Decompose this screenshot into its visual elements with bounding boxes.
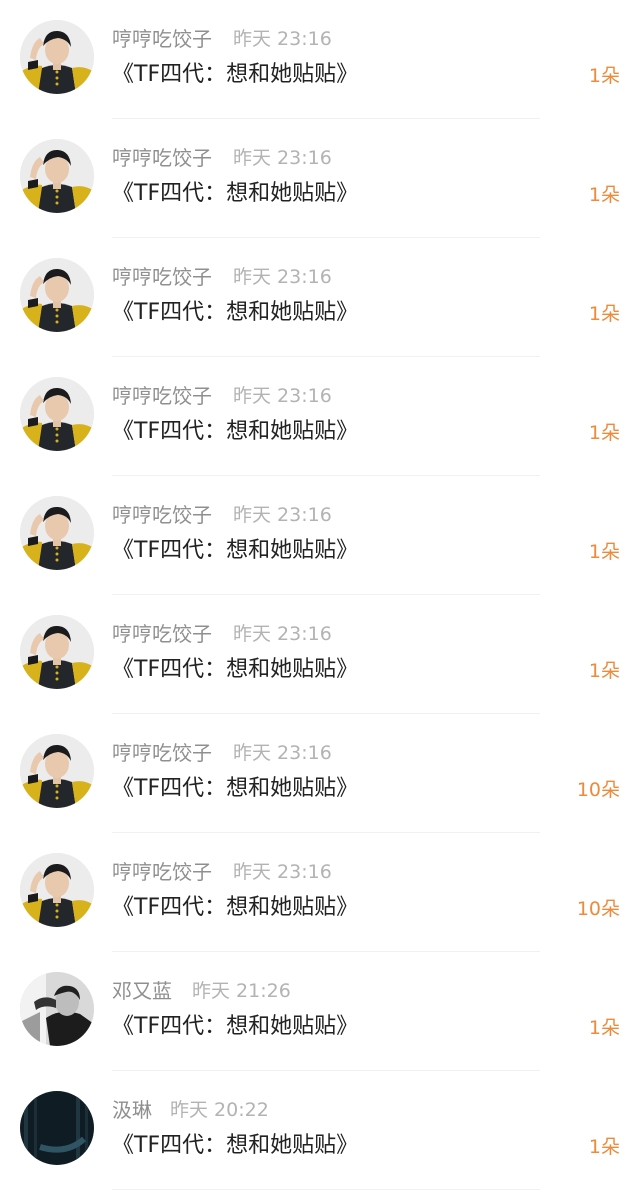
work-title[interactable]: 《TF四代：想和她贴贴》	[112, 1012, 358, 1042]
list-item[interactable]: 哼哼吃饺子 昨天 23:16 《TF四代：想和她贴贴》 10朵	[0, 714, 640, 833]
list-item[interactable]: 哼哼吃饺子 昨天 23:16 《TF四代：想和她贴贴》 1朵	[0, 357, 640, 476]
gift-amount: 1朵	[588, 1136, 620, 1158]
moon-forest-avatar[interactable]	[20, 1091, 94, 1165]
username[interactable]: 邓又蓝	[112, 978, 172, 1004]
work-title[interactable]: 《TF四代：想和她贴贴》	[112, 774, 358, 804]
boy-photo-avatar[interactable]	[20, 615, 94, 689]
gift-amount: 10朵	[576, 898, 620, 920]
boy-photo-avatar[interactable]	[20, 496, 94, 570]
work-title[interactable]: 《TF四代：想和她贴贴》	[112, 1131, 358, 1161]
list-item[interactable]: 哼哼吃饺子 昨天 23:16 《TF四代：想和她贴贴》 10朵	[0, 833, 640, 952]
timestamp: 昨天 23:16	[233, 266, 332, 288]
gift-amount: 1朵	[588, 1017, 620, 1039]
list-item[interactable]: 哼哼吃饺子 昨天 23:16 《TF四代：想和她贴贴》 1朵	[0, 238, 640, 357]
timestamp: 昨天 20:22	[170, 1099, 269, 1121]
boy-photo-avatar[interactable]	[20, 20, 94, 94]
username[interactable]: 哼哼吃饺子	[112, 145, 212, 171]
timestamp: 昨天 23:16	[233, 861, 332, 883]
list-item[interactable]: 邓又蓝 昨天 21:26 《TF四代：想和她贴贴》 1朵	[0, 952, 640, 1071]
gift-amount: 1朵	[588, 660, 620, 682]
list-item[interactable]: 汲琳 昨天 20:22 《TF四代：想和她贴贴》 1朵	[0, 1071, 640, 1190]
timestamp: 昨天 23:16	[233, 742, 332, 764]
username[interactable]: 哼哼吃饺子	[112, 502, 212, 528]
list-item[interactable]: 哼哼吃饺子 昨天 23:16 《TF四代：想和她贴贴》 1朵	[0, 0, 640, 119]
username[interactable]: 哼哼吃饺子	[112, 26, 212, 52]
divider	[112, 1189, 540, 1190]
timestamp: 昨天 23:16	[233, 28, 332, 50]
work-title[interactable]: 《TF四代：想和她贴贴》	[112, 298, 358, 328]
list-item[interactable]: 哼哼吃饺子 昨天 23:16 《TF四代：想和她贴贴》 1朵	[0, 476, 640, 595]
gift-amount: 1朵	[588, 65, 620, 87]
work-title[interactable]: 《TF四代：想和她贴贴》	[112, 179, 358, 209]
username[interactable]: 哼哼吃饺子	[112, 859, 212, 885]
boy-photo-avatar[interactable]	[20, 734, 94, 808]
gift-amount: 10朵	[576, 779, 620, 801]
boy-photo-avatar[interactable]	[20, 139, 94, 213]
username[interactable]: 哼哼吃饺子	[112, 621, 212, 647]
work-title[interactable]: 《TF四代：想和她贴贴》	[112, 655, 358, 685]
work-title[interactable]: 《TF四代：想和她贴贴》	[112, 536, 358, 566]
timestamp: 昨天 23:16	[233, 623, 332, 645]
timestamp: 昨天 23:16	[233, 147, 332, 169]
gift-record-list: 哼哼吃饺子 昨天 23:16 《TF四代：想和她贴贴》 1朵 哼哼吃饺子 昨天 …	[0, 0, 640, 1200]
timestamp: 昨天 21:26	[192, 980, 291, 1002]
boy-photo-avatar[interactable]	[20, 377, 94, 451]
username[interactable]: 哼哼吃饺子	[112, 383, 212, 409]
work-title[interactable]: 《TF四代：想和她贴贴》	[112, 60, 358, 90]
boy-photo-avatar[interactable]	[20, 258, 94, 332]
work-title[interactable]: 《TF四代：想和她贴贴》	[112, 893, 358, 923]
username[interactable]: 哼哼吃饺子	[112, 740, 212, 766]
work-title[interactable]: 《TF四代：想和她贴贴》	[112, 417, 358, 447]
timestamp: 昨天 23:16	[233, 504, 332, 526]
username[interactable]: 哼哼吃饺子	[112, 264, 212, 290]
list-item[interactable]: 哼哼吃饺子 昨天 23:16 《TF四代：想和她贴贴》 1朵	[0, 595, 640, 714]
bw-portrait-avatar[interactable]	[20, 972, 94, 1046]
list-item[interactable]: 哼哼吃饺子 昨天 23:16 《TF四代：想和她贴贴》 1朵	[0, 119, 640, 238]
username[interactable]: 汲琳	[112, 1097, 152, 1123]
timestamp: 昨天 23:16	[233, 385, 332, 407]
gift-amount: 1朵	[588, 422, 620, 444]
gift-amount: 1朵	[588, 184, 620, 206]
gift-amount: 1朵	[588, 541, 620, 563]
boy-photo-avatar[interactable]	[20, 853, 94, 927]
gift-amount: 1朵	[588, 303, 620, 325]
